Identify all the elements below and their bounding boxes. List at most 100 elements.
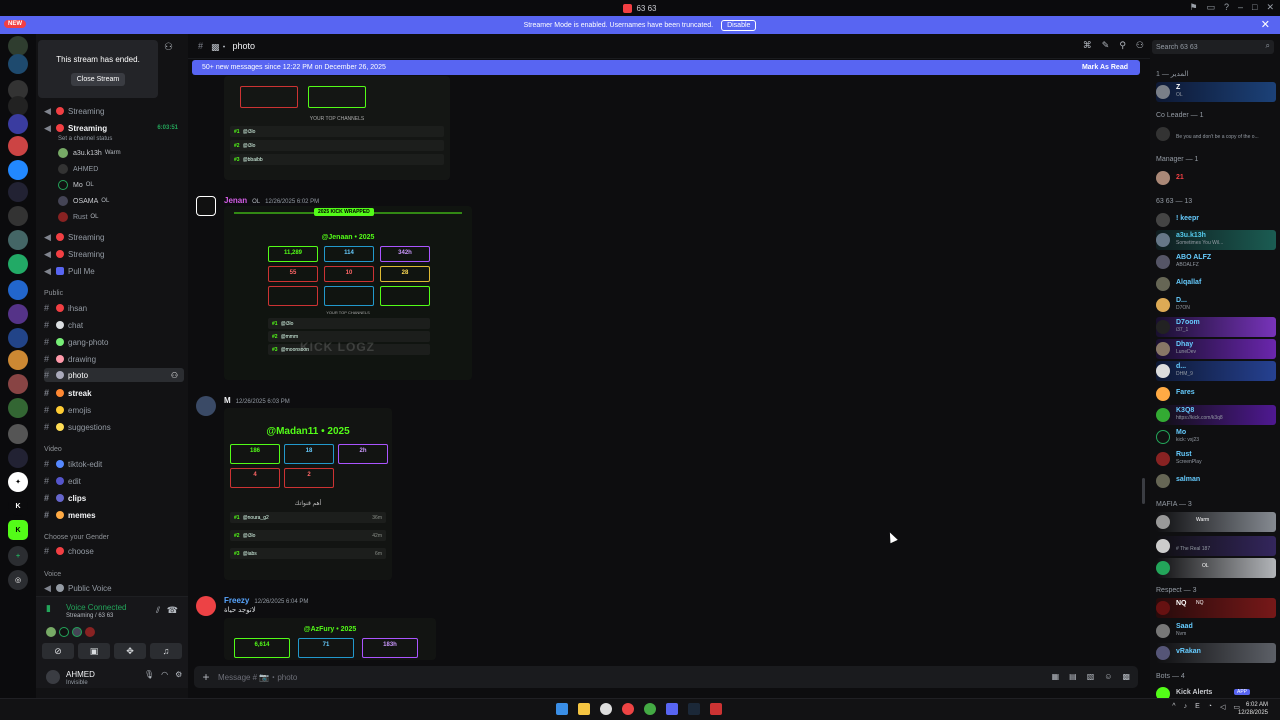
windows-start-icon[interactable] xyxy=(556,703,568,715)
channel-streaming[interactable]: ◀ Streaming xyxy=(44,247,184,261)
channel-streaming[interactable]: ◀ Streaming xyxy=(44,104,184,118)
member-item[interactable]: Fares xyxy=(1156,384,1278,402)
avatar[interactable] xyxy=(196,196,216,216)
server-icon[interactable] xyxy=(8,398,28,418)
gift-icon[interactable]: ▦ xyxy=(1052,672,1060,681)
channel-gang-photo[interactable]: # gang-photo xyxy=(44,335,184,349)
member-item[interactable]: Z OL xyxy=(1156,82,1278,102)
channel-drawing[interactable]: # drawing xyxy=(44,352,184,366)
disconnect-icon[interactable]: ☎ xyxy=(167,605,178,616)
server-icon[interactable] xyxy=(8,350,28,370)
server-icon[interactable] xyxy=(8,328,28,348)
file-explorer-icon[interactable] xyxy=(578,703,590,715)
member-item[interactable]: 21 xyxy=(1156,168,1278,186)
kick-green-server-icon[interactable]: K xyxy=(8,520,28,540)
member-item[interactable]: a3u.k13h Sometimes You Wil... xyxy=(1156,230,1278,250)
keyboard-icon[interactable]: E xyxy=(1195,703,1200,711)
member-item[interactable]: ABO ALFZ ABOALFZ xyxy=(1156,252,1278,270)
server-icon[interactable] xyxy=(8,448,28,468)
message-author[interactable]: Freezy 12/26/2025 6:04 PM xyxy=(224,596,308,605)
channel-memes[interactable]: # memes xyxy=(44,508,184,522)
browser-icon[interactable] xyxy=(644,703,656,715)
avatar[interactable] xyxy=(196,396,216,416)
server-icon[interactable] xyxy=(8,304,28,324)
message-composer[interactable]: + Message # 📷・photo ▦ ▤ ▧ ☺ ▩ xyxy=(194,666,1138,688)
channel-ihsan[interactable]: # ihsan xyxy=(44,301,184,315)
members-icon[interactable]: ⚇ xyxy=(1136,40,1144,51)
add-server-icon[interactable]: + xyxy=(8,546,28,566)
member-item[interactable]: D... D7ON xyxy=(1156,295,1278,313)
headphones-icon[interactable]: ◠ xyxy=(161,670,168,679)
banner-close-icon[interactable]: ✕ xyxy=(1261,18,1270,31)
category-gender[interactable]: Choose your Gender xyxy=(44,534,109,541)
channel-tiktok-edit[interactable]: # tiktok-edit xyxy=(44,457,184,471)
channel-edit[interactable]: # edit xyxy=(44,474,184,488)
server-icon[interactable] xyxy=(8,424,28,444)
settings-app-icon[interactable] xyxy=(600,703,612,715)
channel-emojis[interactable]: # emojis xyxy=(44,403,184,417)
gif-icon[interactable]: ▤ xyxy=(1069,672,1077,681)
voice-connected-title[interactable]: Voice Connected xyxy=(66,603,127,612)
pin-icon[interactable]: ⚲ xyxy=(1119,40,1126,51)
member-item[interactable]: Mo kick: vxj23 xyxy=(1156,427,1278,445)
channel-chat[interactable]: # chat xyxy=(44,318,184,332)
noise-suppression-icon[interactable]: ⫽ xyxy=(156,605,160,616)
server-icon[interactable] xyxy=(8,182,28,202)
channel-pull-me[interactable]: ◀ Pull Me xyxy=(44,264,184,278)
wrapped-card-image[interactable]: YOUR TOP CHANNELS #1 @i3lo #2 @i3lo #3 @bba… xyxy=(224,76,450,180)
mic-tray-icon[interactable]: ♪ xyxy=(1184,703,1188,711)
maximize-button[interactable]: □ xyxy=(1252,2,1257,13)
server-icon[interactable] xyxy=(8,54,28,74)
wrapped-card-image[interactable]: 2025 KICK WRAPPED @Jenaan • 2025 11,289 … xyxy=(224,206,472,380)
channel-clips[interactable]: # clips xyxy=(44,491,184,505)
server-icon[interactable] xyxy=(8,160,28,180)
server-icon[interactable] xyxy=(8,230,28,250)
add-friend-icon[interactable]: ⚇ xyxy=(164,42,173,53)
channel-photo[interactable]: # photo ⚇ xyxy=(44,368,184,382)
close-stream-button[interactable]: Close Stream xyxy=(70,73,126,86)
scrollbar[interactable] xyxy=(1142,478,1145,504)
apps-icon[interactable]: ▩ xyxy=(1122,672,1130,681)
server-icon[interactable] xyxy=(8,36,28,56)
app-icon[interactable] xyxy=(710,703,722,715)
member-item[interactable]: d... DHM_9 xyxy=(1156,361,1278,381)
member-item[interactable]: salman xyxy=(1156,471,1278,489)
mute-icon[interactable]: ✎ xyxy=(1102,40,1110,51)
soundboard-icon[interactable]: ♫ xyxy=(150,643,182,659)
tray-chevron-icon[interactable]: ^ xyxy=(1172,703,1175,711)
server-icon[interactable] xyxy=(8,136,28,156)
screen-share-icon[interactable]: ▣ xyxy=(78,643,110,659)
message-author[interactable]: M 12/26/2025 6:03 PM xyxy=(224,396,290,405)
member-item[interactable]: Dhay LuneDev xyxy=(1156,339,1278,359)
channel-streaming[interactable]: ◀ Streaming xyxy=(44,230,184,244)
channel-status[interactable]: Set a channel status xyxy=(58,132,198,146)
settings-gear-icon[interactable]: ⚙ xyxy=(175,670,182,679)
microphone-icon[interactable]: 🎙 xyxy=(144,670,154,679)
category-video[interactable]: Video xyxy=(44,446,62,453)
clock[interactable]: 6:02 AM 12/28/2025 xyxy=(1238,701,1268,717)
server-icon[interactable] xyxy=(8,254,28,274)
server-icon[interactable] xyxy=(8,374,28,394)
voice-member[interactable]: a3u.k13h Warm xyxy=(58,148,121,158)
search-input[interactable]: Search 63 63 ⌕ xyxy=(1152,40,1274,54)
server-icon[interactable] xyxy=(8,96,28,116)
category-public[interactable]: Public xyxy=(44,290,63,297)
server-icon[interactable] xyxy=(8,206,28,226)
wifi-icon[interactable]: ◔ xyxy=(1208,703,1212,711)
member-item[interactable]: Saad Nvm xyxy=(1156,621,1278,639)
message-input[interactable]: Message # 📷・photo xyxy=(218,672,297,683)
voice-member[interactable]: Mo OL xyxy=(58,180,94,190)
user-avatar[interactable] xyxy=(46,670,60,684)
invite-icon[interactable]: ⚇ xyxy=(171,371,178,380)
channel-public-voice[interactable]: ◀ Public Voice xyxy=(44,581,184,595)
steam-icon[interactable] xyxy=(688,703,700,715)
voice-member[interactable]: OSAMA OL xyxy=(58,196,109,206)
member-item[interactable]: K3Q8 https://kick.com/k3q8 xyxy=(1156,405,1278,425)
category-voice[interactable]: Voice xyxy=(44,571,61,578)
member-item[interactable]: Alqallaf xyxy=(1156,274,1278,292)
disable-button[interactable]: Disable xyxy=(721,19,757,31)
server-icon[interactable] xyxy=(8,114,28,134)
threads-icon[interactable]: ⌘ xyxy=(1083,40,1092,51)
user-name[interactable]: AHMED xyxy=(66,670,95,679)
member-item[interactable]: Rust ScreenPlay xyxy=(1156,449,1278,467)
